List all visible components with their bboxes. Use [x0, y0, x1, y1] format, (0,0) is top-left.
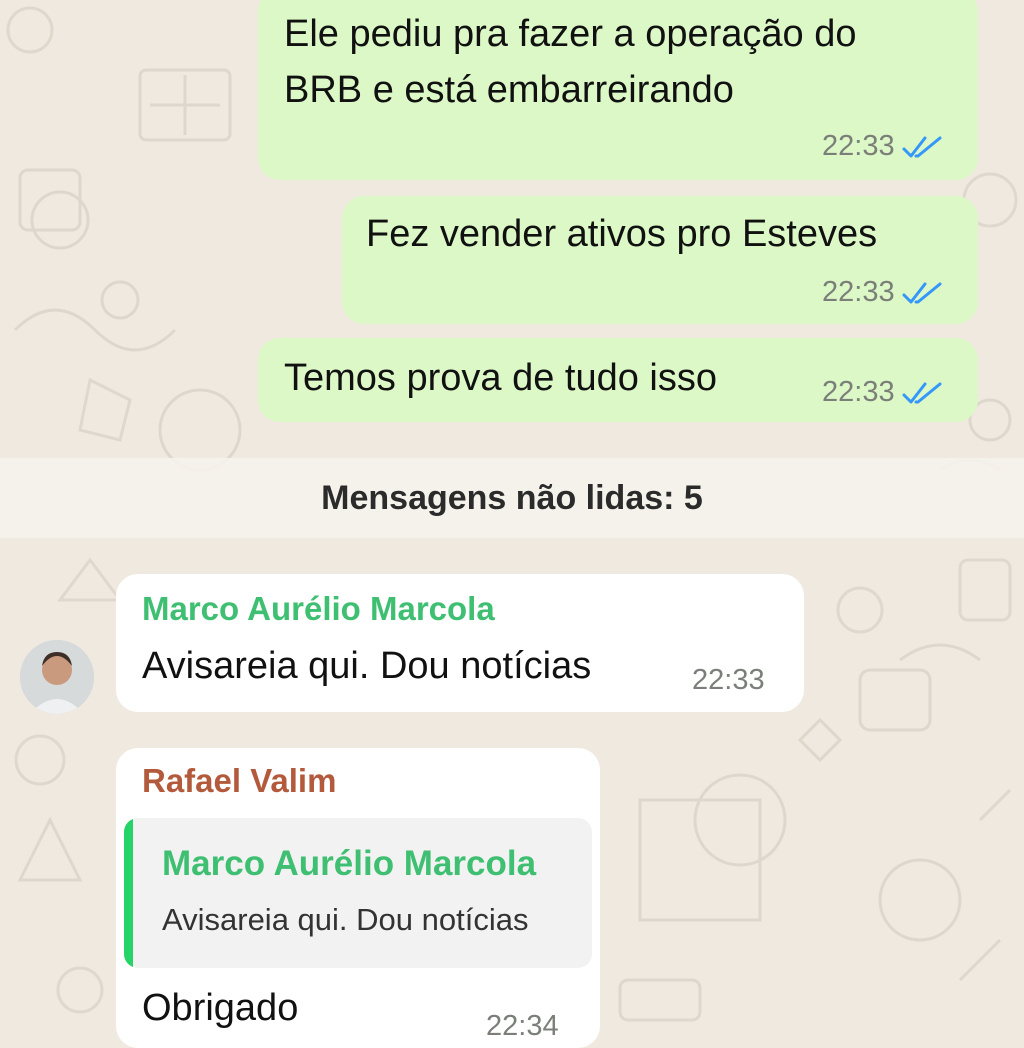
double-check-icon — [902, 382, 942, 403]
message-text: Avisareia qui. Dou notícias — [142, 645, 592, 687]
message-text: Obrigado — [142, 987, 299, 1029]
user-avatar[interactable] — [20, 640, 94, 714]
message-meta: 22:33 — [822, 130, 943, 163]
avatar-image — [20, 640, 94, 714]
message-bubble-outgoing[interactable]: Ele pediu pra fazer a operação do BRB e … — [258, 0, 978, 180]
message-meta: 22:33 — [822, 276, 943, 309]
message-time: 22:33 — [822, 276, 895, 308]
double-check-icon — [902, 136, 942, 157]
message-text: BRB e está embarreirando — [284, 69, 734, 111]
unread-messages-label: Mensagens não lidas: 5 — [321, 478, 703, 517]
sender-name[interactable]: Marco Aurélio Marcola — [142, 590, 495, 628]
message-meta: 22:34 — [486, 1010, 559, 1043]
message-text: Ele pediu pra fazer a operação do — [284, 13, 857, 55]
message-time: 22:33 — [822, 130, 895, 162]
message-meta: 22:33 — [692, 664, 765, 697]
quoted-message[interactable]: Marco Aurélio Marcola Avisareia qui. Dou… — [124, 818, 592, 968]
double-check-icon — [902, 282, 942, 303]
quote-accent-bar — [124, 818, 133, 968]
message-bubble-outgoing[interactable]: Temos prova de tudo isso 22:33 — [258, 338, 978, 422]
message-time: 22:33 — [692, 664, 765, 696]
quoted-message-text: Avisareia qui. Dou notícias — [162, 902, 529, 937]
message-time: 22:33 — [822, 376, 895, 408]
message-meta: 22:33 — [822, 376, 943, 409]
message-text: Temos prova de tudo isso — [284, 357, 718, 399]
message-time: 22:34 — [486, 1010, 559, 1042]
quoted-sender-name: Marco Aurélio Marcola — [162, 844, 537, 883]
message-bubble-outgoing[interactable]: Fez vender ativos pro Esteves 22:33 — [342, 196, 978, 324]
message-text: Fez vender ativos pro Esteves — [366, 213, 878, 255]
message-bubble-incoming[interactable]: Marco Aurélio Marcola Avisareia qui. Dou… — [116, 574, 804, 712]
unread-messages-divider: Mensagens não lidas: 5 — [0, 458, 1024, 538]
sender-name[interactable]: Rafael Valim — [142, 762, 336, 800]
